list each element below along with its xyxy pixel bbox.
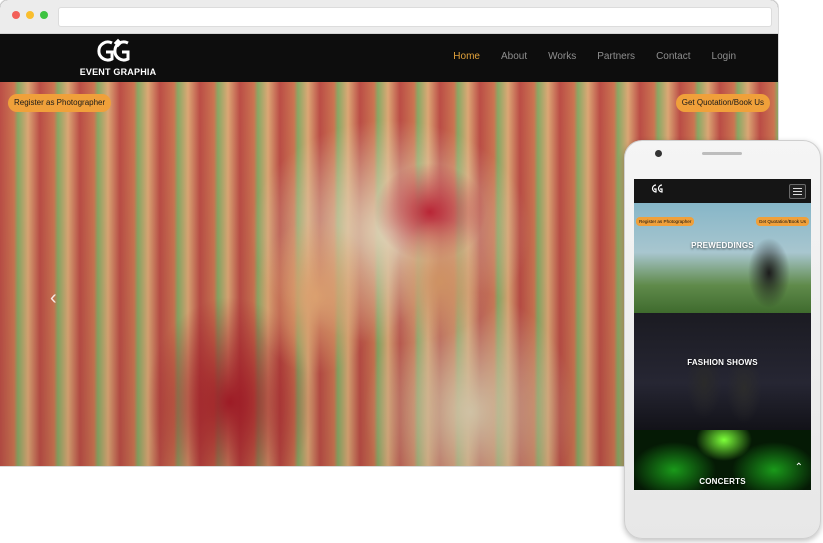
panel-title: FASHION SHOWS <box>687 358 758 367</box>
camera-icon <box>655 150 662 157</box>
nav-about[interactable]: About <box>501 51 527 62</box>
main-nav: Home About Works Partners Contact Login <box>432 51 736 62</box>
chevron-up-icon[interactable]: ⌃ <box>795 462 803 473</box>
mobile-register-photographer-button[interactable]: Register as Photographer <box>636 217 695 226</box>
register-photographer-button[interactable]: Register as Photographer <box>8 94 112 112</box>
close-window-dot[interactable] <box>12 11 20 19</box>
nav-partners[interactable]: Partners <box>597 51 635 62</box>
browser-chrome <box>0 0 778 34</box>
mobile-screen: Register as Photographer Get Quotation/B… <box>634 179 811 490</box>
minimize-window-dot[interactable] <box>26 11 34 19</box>
chevron-left-icon[interactable]: ‹ <box>50 287 57 310</box>
phone-bezel-bottom <box>625 492 820 538</box>
mobile-panel-fashion-shows[interactable]: FASHION SHOWS <box>634 313 811 430</box>
mobile-panel-concerts[interactable]: CONCERTS <box>634 430 811 490</box>
nav-contact[interactable]: Contact <box>656 51 690 62</box>
nav-works[interactable]: Works <box>548 51 576 62</box>
get-quotation-button[interactable]: Get Quotation/Book Us <box>675 94 770 112</box>
maximize-window-dot[interactable] <box>40 11 48 19</box>
speaker-grille <box>702 152 742 155</box>
mobile-logo-icon[interactable] <box>649 183 665 195</box>
nav-login[interactable]: Login <box>712 51 736 62</box>
panel-title: CONCERTS <box>699 477 746 486</box>
logo-text: EVENT GRAPHIA <box>79 67 157 77</box>
mobile-header <box>634 179 811 203</box>
mobile-panel-preweddings[interactable]: Register as Photographer Get Quotation/B… <box>634 203 811 313</box>
event-graphia-logo[interactable]: EVENT GRAPHIA <box>78 37 158 81</box>
hamburger-icon[interactable] <box>789 184 806 199</box>
nav-home[interactable]: Home <box>453 51 480 62</box>
address-bar[interactable] <box>58 7 772 27</box>
site-header: EVENT GRAPHIA Home About Works Partners … <box>0 34 778 82</box>
panel-title: PREWEDDINGS <box>691 241 754 250</box>
logo-mark-icon <box>97 38 130 62</box>
mobile-get-quotation-button[interactable]: Get Quotation/Book Us <box>755 217 809 226</box>
mobile-phone-mockup: Register as Photographer Get Quotation/B… <box>624 140 821 539</box>
